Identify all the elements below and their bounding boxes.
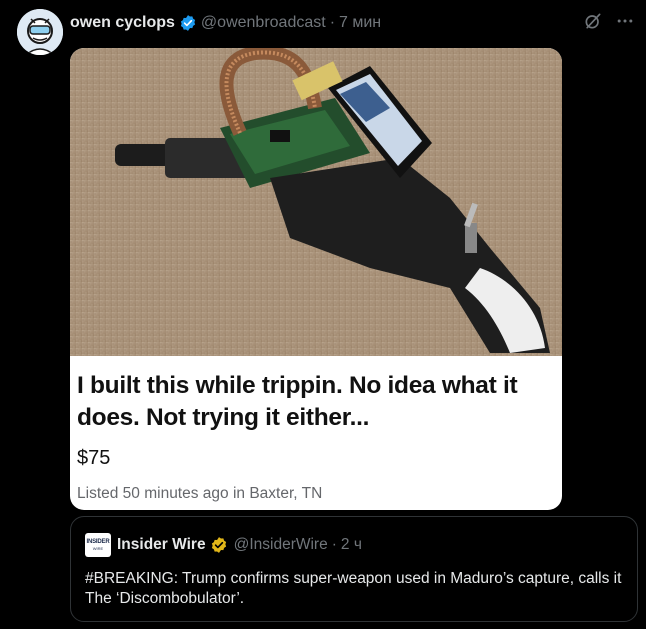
listing-price: $75 (77, 447, 111, 469)
tweet-media[interactable]: I built this while trippin. No idea what… (70, 48, 562, 510)
avatar[interactable] (17, 9, 63, 55)
post-time[interactable]: 7 мин (339, 14, 381, 32)
author-name[interactable]: owen cyclops (70, 14, 175, 32)
quoted-separator-dot: · (331, 536, 337, 553)
tweet-header: owen cyclops @owenbroadcast · 7 мин (70, 13, 381, 33)
tweet-actions (582, 10, 636, 32)
quoted-tweet[interactable]: INSIDER WIRE Insider Wire @InsiderWire ·… (70, 516, 638, 622)
gold-verified-badge-icon (210, 536, 228, 554)
quoted-tweet-header: INSIDER WIRE Insider Wire @InsiderWire ·… (85, 533, 362, 557)
listing-title: I built this while trippin. No idea what… (77, 372, 518, 431)
listing-meta: Listed 50 minutes ago in Baxter, TN (77, 485, 323, 502)
quoted-avatar-text-1: INSIDER (86, 539, 110, 545)
separator-dot: · (329, 14, 336, 31)
quoted-avatar[interactable]: INSIDER WIRE (85, 533, 111, 557)
author-handle[interactable]: @owenbroadcast (201, 14, 326, 32)
more-icon[interactable] (614, 10, 636, 32)
listing-photo (70, 48, 562, 356)
quoted-author-handle[interactable]: @InsiderWire (234, 536, 328, 554)
verified-badge-icon (179, 14, 197, 32)
quoted-post-time[interactable]: 2 ч (341, 536, 362, 554)
quoted-tweet-text: #BREAKING: Trump confirms super-weapon u… (85, 570, 622, 607)
quoted-author-name[interactable]: Insider Wire (117, 536, 206, 554)
quoted-avatar-text-2: WIRE (92, 546, 104, 551)
grok-icon[interactable] (582, 10, 604, 32)
